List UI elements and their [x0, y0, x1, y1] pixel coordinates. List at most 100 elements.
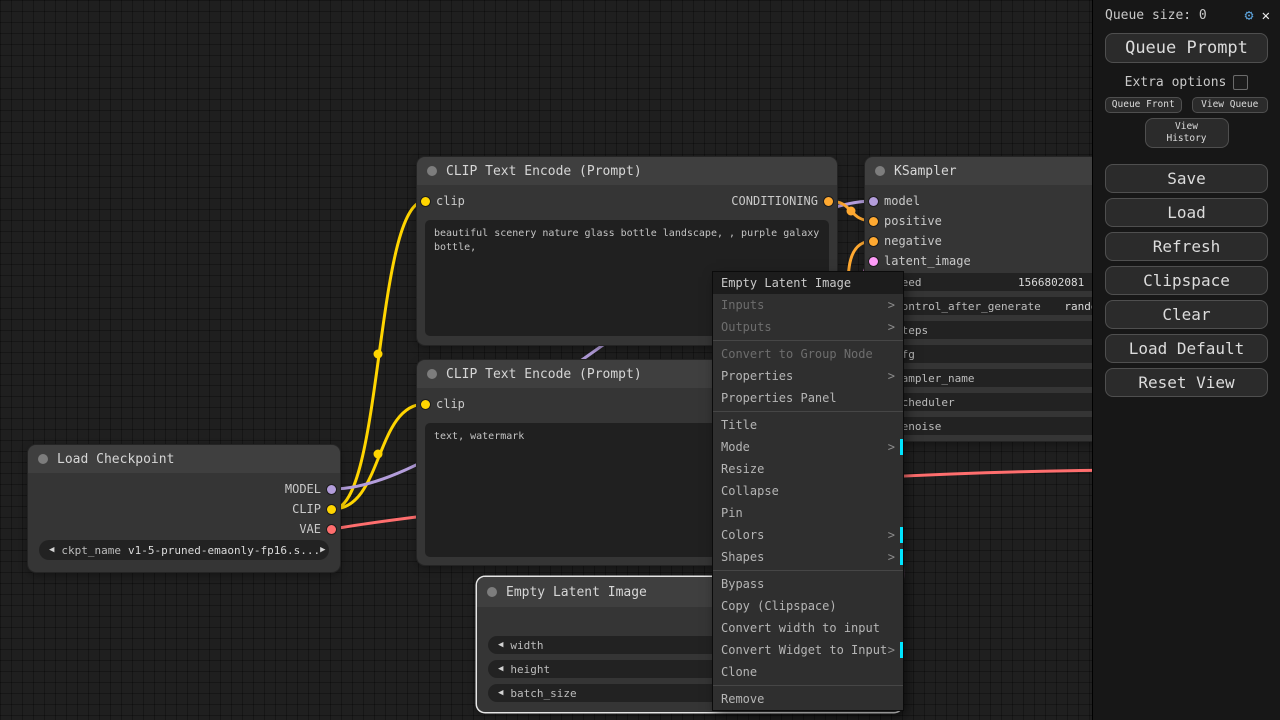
node-context-menu: Empty Latent Image Inputs > Outputs > Co…	[713, 272, 903, 710]
combo-left-arrow-icon[interactable]: ◀	[49, 545, 54, 555]
clip-slot-icon[interactable]	[327, 505, 336, 514]
submenu-arrow-icon: >	[888, 365, 895, 387]
load-default-button[interactable]: Load Default	[1105, 334, 1268, 363]
menu-item-title[interactable]: Title	[713, 414, 903, 436]
widget-left-arrow-icon[interactable]: ◀	[498, 688, 503, 698]
node-load-checkpoint[interactable]: Load Checkpoint MODEL CLIP VAE ◀ ckpt_na…	[28, 445, 340, 572]
comfyui-canvas[interactable]: CLIP Text Encode (Prompt) clip CONDITION…	[0, 0, 1280, 720]
model-slot-icon[interactable]	[327, 485, 336, 494]
widget-label: scheduler	[895, 396, 955, 409]
menu-item-label: Outputs	[721, 320, 772, 334]
settings-gear-icon[interactable]: ⚙	[1245, 8, 1254, 23]
reset-view-button[interactable]: Reset View	[1105, 368, 1268, 397]
close-menu-icon[interactable]: ✕	[1262, 9, 1270, 23]
menu-item-label: Resize	[721, 462, 764, 476]
input-slot-clip[interactable]: clip	[421, 397, 465, 411]
menu-item-label: Mode	[721, 440, 750, 454]
input-slot-clip[interactable]: clip	[421, 194, 465, 208]
node-header[interactable]: CLIP Text Encode (Prompt)	[417, 157, 837, 185]
menu-item-label: Properties Panel	[721, 391, 837, 405]
slot-label: positive	[884, 214, 942, 228]
clear-button[interactable]: Clear	[1105, 300, 1268, 329]
menu-item-pin[interactable]: Pin	[713, 502, 903, 524]
menu-item-bypass[interactable]: Bypass	[713, 573, 903, 595]
refresh-button[interactable]: Refresh	[1105, 232, 1268, 261]
menu-item-clone[interactable]: Clone	[713, 661, 903, 683]
combo-right-arrow-icon[interactable]: ▶	[320, 545, 325, 555]
conditioning-slot-icon[interactable]	[869, 237, 878, 246]
widget-label: batch_size	[510, 687, 576, 700]
menu-item-shapes[interactable]: Shapes >	[713, 546, 903, 568]
node-title: CLIP Text Encode (Prompt)	[446, 164, 642, 179]
wire-midpoint-dot[interactable]	[847, 207, 856, 216]
collapse-dot-icon[interactable]	[875, 166, 885, 176]
collapse-dot-icon[interactable]	[38, 454, 48, 464]
menu-item-properties[interactable]: Properties >	[713, 365, 903, 387]
menu-item-label: Convert width to input	[721, 621, 880, 635]
menu-item-remove[interactable]: Remove	[713, 688, 903, 710]
queue-front-button[interactable]: Queue Front	[1105, 97, 1182, 113]
menu-item-label: Inputs	[721, 298, 764, 312]
output-slot-model[interactable]: MODEL	[285, 482, 336, 496]
clip-slot-icon[interactable]	[421, 400, 430, 409]
node-header[interactable]: Load Checkpoint	[28, 445, 340, 473]
collapse-dot-icon[interactable]	[427, 369, 437, 379]
menu-item-resize[interactable]: Resize	[713, 458, 903, 480]
output-slot-vae[interactable]: VAE	[299, 522, 336, 536]
menu-item-colors[interactable]: Colors >	[713, 524, 903, 546]
menu-item-properties-panel[interactable]: Properties Panel	[713, 387, 903, 409]
save-button[interactable]: Save	[1105, 164, 1268, 193]
conditioning-slot-icon[interactable]	[824, 197, 833, 206]
widget-label: height	[510, 663, 550, 676]
menu-item-collapse[interactable]: Collapse	[713, 480, 903, 502]
widget-label: control_after_generate	[895, 300, 1041, 313]
ckpt-name-combo[interactable]: ◀ ckpt_name v1-5-pruned-emaonly-fp16.s..…	[40, 541, 328, 559]
menu-item-convert-to-group-node[interactable]: Convert to Group Node	[713, 343, 903, 365]
slot-label: clip	[436, 194, 465, 208]
menu-separator	[713, 685, 903, 686]
menu-item-mode[interactable]: Mode >	[713, 436, 903, 458]
menu-item-outputs[interactable]: Outputs >	[713, 316, 903, 338]
model-slot-icon[interactable]	[869, 197, 878, 206]
widget-left-arrow-icon[interactable]: ◀	[498, 664, 503, 674]
menu-item-inputs[interactable]: Inputs >	[713, 294, 903, 316]
menu-item-label: Colors	[721, 528, 764, 542]
submenu-arrow-icon: >	[888, 639, 895, 661]
submenu-arrow-icon: >	[888, 524, 895, 546]
input-slot-positive[interactable]: positive	[869, 214, 942, 228]
menu-item-label: Shapes	[721, 550, 764, 564]
view-history-button[interactable]: View History	[1145, 118, 1229, 148]
queue-prompt-button[interactable]: Queue Prompt	[1105, 33, 1268, 63]
output-slot-clip[interactable]: CLIP	[292, 502, 336, 516]
vae-slot-icon[interactable]	[327, 525, 336, 534]
clipspace-button[interactable]: Clipspace	[1105, 266, 1268, 295]
input-slot-model[interactable]: model	[869, 194, 920, 208]
widget-label: width	[510, 639, 543, 652]
extra-options-label: Extra options	[1125, 75, 1227, 90]
input-slot-latent-image[interactable]: latent_image	[869, 254, 971, 268]
wire-midpoint-dot[interactable]	[374, 450, 383, 459]
menu-item-label: Copy (Clipspace)	[721, 599, 837, 613]
load-button[interactable]: Load	[1105, 198, 1268, 227]
wire-midpoint-dot[interactable]	[374, 350, 383, 359]
widget-left-arrow-icon[interactable]: ◀	[498, 640, 503, 650]
view-queue-button[interactable]: View Queue	[1192, 97, 1269, 113]
input-slot-negative[interactable]: negative	[869, 234, 942, 248]
widget-value: v1-5-pruned-emaonly-fp16.s...	[128, 544, 320, 557]
clip-slot-icon[interactable]	[421, 197, 430, 206]
collapse-dot-icon[interactable]	[427, 166, 437, 176]
output-slot-conditioning[interactable]: CONDITIONING	[731, 194, 833, 208]
widget-label: sampler_name	[895, 372, 974, 385]
menu-item-label: Convert Widget to Input	[721, 643, 887, 657]
menu-item-copy-clipspace[interactable]: Copy (Clipspace)	[713, 595, 903, 617]
latent-slot-icon[interactable]	[869, 257, 878, 266]
extra-options-checkbox[interactable]	[1233, 75, 1248, 90]
node-title: CLIP Text Encode (Prompt)	[446, 367, 642, 382]
menu-item-convert-widget-to-input[interactable]: Convert Widget to Input >	[713, 639, 903, 661]
menu-item-convert-width-to-input[interactable]: Convert width to input	[713, 617, 903, 639]
slot-label: latent_image	[884, 254, 971, 268]
collapse-dot-icon[interactable]	[487, 587, 497, 597]
conditioning-slot-icon[interactable]	[869, 217, 878, 226]
slot-label: clip	[436, 397, 465, 411]
menu-item-label: Properties	[721, 369, 793, 383]
